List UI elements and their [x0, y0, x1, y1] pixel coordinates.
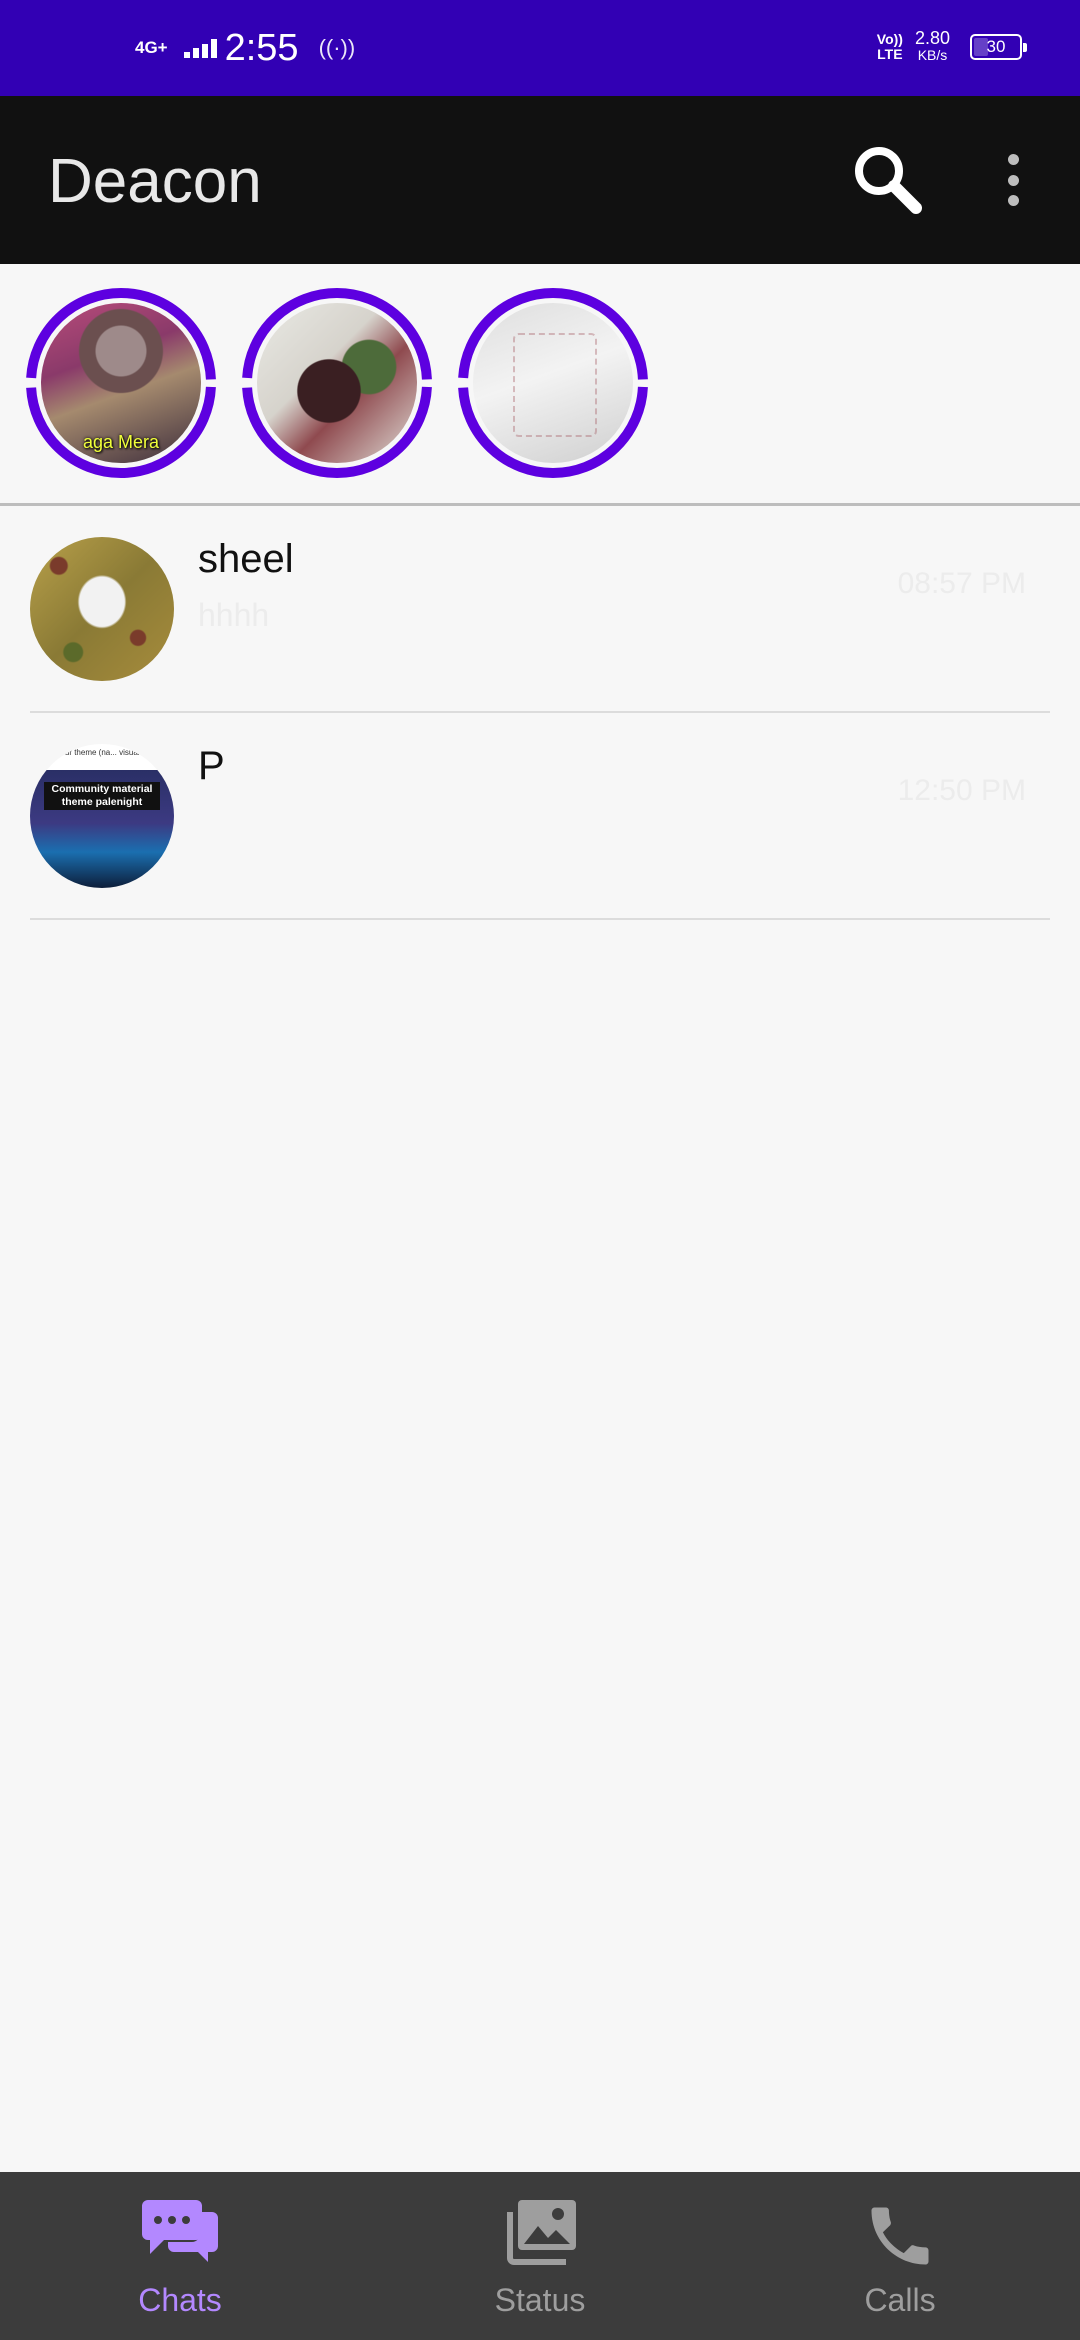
chat-item-p[interactable]: ... e your theme (na... visual studio Co… — [0, 714, 1080, 920]
status-bar: 4G+ 2:55 ((·)) Vo)) LTE 2.80 KB/s 30 — [0, 0, 1080, 96]
nav-label: Status — [494, 2282, 586, 2318]
battery-level: 30 — [986, 37, 1006, 56]
volte-line-1: Vo)) — [876, 31, 903, 47]
search-icon — [855, 147, 922, 214]
battery-icon: 30 — [970, 34, 1027, 60]
image-gallery-icon — [507, 2200, 576, 2265]
avatar[interactable] — [30, 537, 174, 681]
chat-name: P — [198, 744, 225, 788]
nav-label: Chats — [138, 2282, 222, 2318]
nav-chats[interactable]: Chats — [0, 2172, 360, 2340]
phone-icon — [871, 2207, 929, 2265]
hotspot-icon: ((·)) — [318, 35, 356, 60]
network-speed: 2.80 KB/s — [914, 28, 950, 64]
avatar-label: Community material theme palenight — [44, 782, 160, 810]
story-1[interactable]: aga Mera — [24, 286, 218, 480]
story-2[interactable] — [240, 286, 434, 480]
speed-unit: KB/s — [917, 47, 948, 63]
speed-value: 2.80 — [914, 28, 950, 48]
status-left: 4G+ 2:55 ((·)) — [135, 20, 355, 76]
bottom-navigation: Chats Status Calls — [0, 2172, 1080, 2340]
search-button[interactable] — [848, 140, 928, 220]
nav-calls[interactable]: Calls — [720, 2172, 1080, 2340]
chat-time: 08:57 PM — [897, 567, 1026, 600]
chat-name: sheel — [198, 537, 294, 581]
nav-status[interactable]: Status — [360, 2172, 720, 2340]
avatar-top-text: ... e your theme (na... visual studio — [40, 748, 164, 757]
story-3[interactable] — [456, 286, 650, 480]
app-title: Deacon — [48, 147, 262, 216]
nav-label: Calls — [864, 2282, 936, 2318]
story-caption: aga Mera — [82, 432, 160, 452]
avatar[interactable]: ... e your theme (na... visual studio Co… — [30, 744, 174, 888]
chat-preview: hhhh — [198, 597, 270, 633]
story-thumbnail: aga Mera — [41, 303, 201, 463]
story-thumbnail — [473, 303, 633, 463]
clock: 2:55 — [224, 26, 299, 69]
divider — [30, 711, 1050, 713]
chat-time: 12:50 PM — [897, 774, 1026, 807]
volte-line-2: LTE — [877, 46, 903, 62]
more-options-button[interactable] — [990, 150, 1036, 210]
stories-row: aga Mera — [0, 264, 1080, 506]
signal-icon — [183, 38, 217, 58]
status-right: Vo)) LTE 2.80 KB/s 30 — [877, 28, 1027, 64]
network-indicator: 4G+ — [135, 39, 168, 57]
app-bar: Deacon — [0, 96, 1080, 264]
chat-item-sheel[interactable]: sheel hhhh 08:57 PM — [0, 507, 1080, 713]
network-type: 4G+ — [135, 38, 168, 57]
divider — [30, 918, 1050, 920]
story-thumbnail — [257, 303, 417, 463]
chat-icon — [142, 2200, 218, 2262]
more-vert-icon — [1007, 154, 1019, 165]
volte-icon: Vo)) LTE — [877, 32, 903, 62]
